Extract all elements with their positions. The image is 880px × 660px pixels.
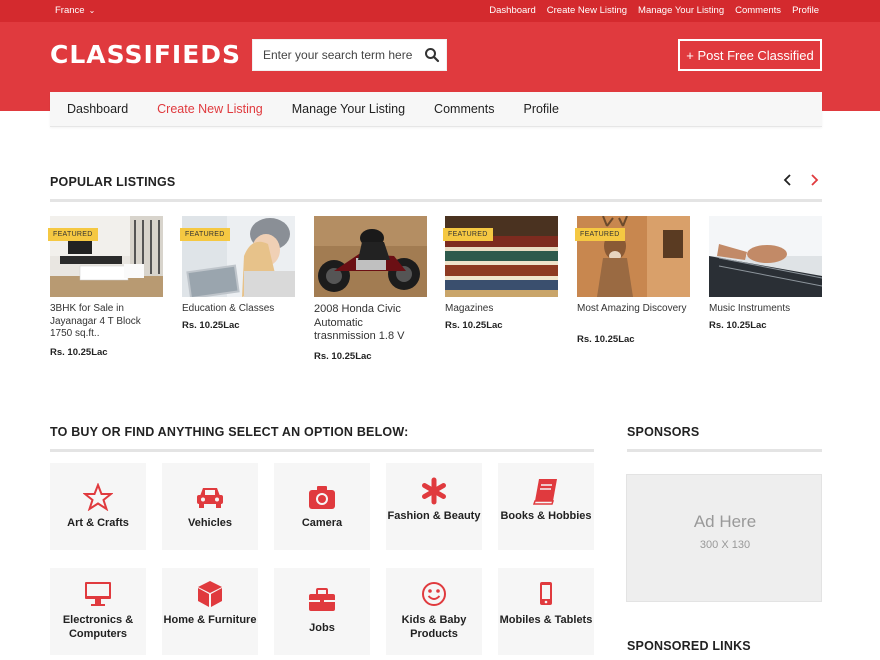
category-vehicles[interactable]: Vehicles	[162, 463, 258, 550]
ad-title: Ad Here	[693, 512, 757, 531]
listing-image[interactable]	[709, 216, 822, 297]
categories-title: TO BUY OR FIND ANYTHING SELECT AN OPTION…	[50, 425, 409, 439]
chevron-left-icon[interactable]	[782, 173, 794, 187]
sponsored-links-title: SPONSORED LINKS	[627, 639, 751, 653]
top-link-dashboard[interactable]: Dashboard	[489, 5, 535, 16]
car-icon	[197, 488, 223, 508]
top-link-create-listing[interactable]: Create New Listing	[547, 5, 627, 16]
search-box	[252, 39, 447, 71]
featured-badge: FEATURED	[575, 228, 625, 241]
listing-price: Rs. 10.25Lac	[314, 351, 372, 362]
chevron-right-icon[interactable]	[808, 173, 820, 187]
category-mobiles-tablets[interactable]: Mobiles & Tablets	[498, 568, 594, 655]
section-divider	[50, 199, 822, 202]
category-art-crafts[interactable]: Art & Crafts	[50, 463, 146, 550]
search-icon[interactable]	[424, 47, 440, 63]
section-divider	[627, 449, 822, 452]
country-label: France	[55, 5, 85, 16]
category-camera[interactable]: Camera	[274, 463, 370, 550]
top-link-comments[interactable]: Comments	[735, 5, 781, 16]
asterisk-icon	[422, 477, 446, 505]
chevron-down-icon: ⌄	[88, 6, 96, 15]
popular-listings-title: POPULAR LISTINGS	[50, 175, 176, 189]
category-fashion-beauty[interactable]: Fashion & Beauty	[386, 463, 482, 550]
listing-image[interactable]	[314, 216, 427, 297]
featured-badge: FEATURED	[48, 228, 98, 241]
category-label: Home & Furniture	[163, 614, 257, 626]
carousel-arrows	[782, 173, 822, 189]
listing-price: Rs. 10.25Lac	[709, 320, 767, 331]
category-electronics-computers[interactable]: Electronics & Computers	[50, 568, 146, 655]
category-label: Electronics & Computers	[62, 614, 134, 640]
category-label: Kids & Baby Products	[401, 614, 467, 640]
category-label: Vehicles	[187, 517, 233, 529]
category-jobs[interactable]: Jobs	[274, 568, 370, 655]
search-input[interactable]	[253, 40, 418, 70]
listing-price: Rs. 10.25Lac	[182, 320, 240, 331]
category-label: Fashion & Beauty	[387, 510, 481, 522]
nav-item-manage-listing[interactable]: Manage Your Listing	[292, 102, 405, 116]
category-label: Mobiles & Tablets	[499, 614, 593, 626]
top-bar: France ⌄ Dashboard Create New Listing Man…	[0, 0, 880, 22]
nav-item-profile[interactable]: Profile	[523, 102, 558, 116]
smiley-icon	[422, 582, 446, 606]
featured-badge: FEATURED	[180, 228, 230, 241]
nav-item-create-listing[interactable]: Create New Listing	[157, 102, 263, 116]
camera-icon	[309, 486, 335, 509]
listing-price: Rs. 10.25Lac	[445, 320, 503, 331]
main-nav: Dashboard Create New Listing Manage Your…	[50, 92, 822, 127]
nav-item-dashboard[interactable]: Dashboard	[67, 102, 128, 116]
listing-title[interactable]: Most Amazing Discovery	[577, 303, 690, 316]
category-label: Art & Crafts	[67, 517, 129, 529]
category-label: Jobs	[309, 622, 335, 634]
listing-title[interactable]: 2008 Honda Civic Automatic trasnmission …	[314, 303, 427, 344]
listing-title[interactable]: Education & Classes	[182, 303, 295, 316]
listing-title[interactable]: 3BHK for Sale in Jayanagar 4 T Block 175…	[50, 303, 163, 341]
nav-item-comments[interactable]: Comments	[434, 102, 494, 116]
listing-title[interactable]: Magazines	[445, 303, 558, 316]
cube-icon	[198, 581, 222, 607]
star-icon	[83, 483, 113, 511]
listing-price: Rs. 10.25Lac	[50, 347, 108, 358]
listing-title[interactable]: Music Instruments	[709, 303, 822, 316]
country-selector[interactable]: France ⌄	[55, 5, 95, 16]
category-books-hobbies[interactable]: Books & Hobbies	[498, 463, 594, 550]
section-divider	[50, 449, 594, 452]
mobile-icon	[540, 582, 552, 605]
category-home-furniture[interactable]: Home & Furniture	[162, 568, 258, 655]
featured-badge: FEATURED	[443, 228, 493, 241]
ad-placeholder[interactable]: Ad Here 300 X 130	[626, 474, 822, 602]
ad-size: 300 X 130	[699, 539, 751, 551]
category-kids-baby[interactable]: Kids & Baby Products	[386, 568, 482, 655]
briefcase-icon	[309, 588, 335, 611]
category-label: Camera	[301, 517, 343, 529]
monitor-icon	[85, 582, 111, 606]
top-link-manage-listing[interactable]: Manage Your Listing	[638, 5, 724, 16]
post-free-classified-button[interactable]: + Post Free Classified	[678, 39, 822, 71]
book-icon	[532, 479, 557, 505]
top-links: Dashboard Create New Listing Manage Your…	[489, 5, 819, 16]
category-label: Books & Hobbies	[500, 510, 592, 522]
sponsors-title: SPONSORS	[627, 425, 700, 439]
top-link-profile[interactable]: Profile	[792, 5, 819, 16]
listing-price: Rs. 10.25Lac	[577, 334, 635, 345]
site-logo[interactable]: CLASSIFIEDS	[50, 40, 241, 69]
